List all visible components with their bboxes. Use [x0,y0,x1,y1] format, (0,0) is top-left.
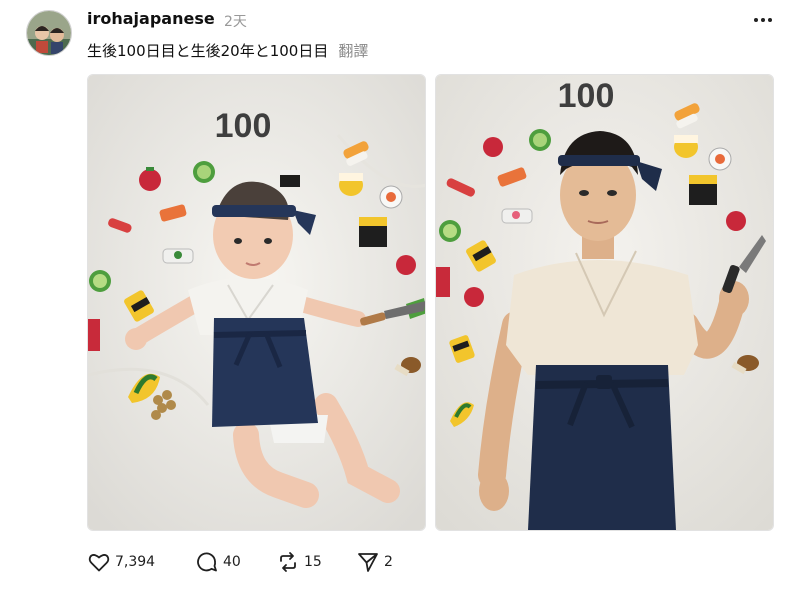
post-time: 2天 [224,14,247,30]
username[interactable]: irohajapanese [87,9,215,28]
share-count: 2 [384,554,393,570]
translate-link[interactable]: 翻譯 [338,42,368,60]
photo-young-man[interactable]: 100 [435,74,774,531]
caption-text: 生後100日目と生後20年と100日目 [87,42,329,60]
repost-icon [280,552,296,572]
like-count: 7,394 [115,554,156,570]
action-bar: 7,394 40 15 2 [87,549,487,575]
avatar[interactable] [26,10,72,56]
comment-icon [197,552,217,572]
post-caption: 生後100日目と生後20年と100日目 翻譯 [87,40,368,61]
avatar-image [27,11,71,55]
send-icon [358,553,378,572]
heart-icon [88,554,110,572]
repost-count: 15 [304,554,322,570]
comment-count: 40 [223,554,241,570]
more-horizontal-icon[interactable] [752,9,774,31]
share-button[interactable]: 2 [356,549,393,575]
photo-label-100: 100 [215,107,272,145]
like-button[interactable]: 7,394 [87,549,155,575]
photo-baby[interactable]: 100 [87,74,426,531]
repost-button[interactable]: 15 [276,549,322,575]
comment-button[interactable]: 40 [195,549,241,575]
photo-label-100-right: 100 [558,77,615,115]
